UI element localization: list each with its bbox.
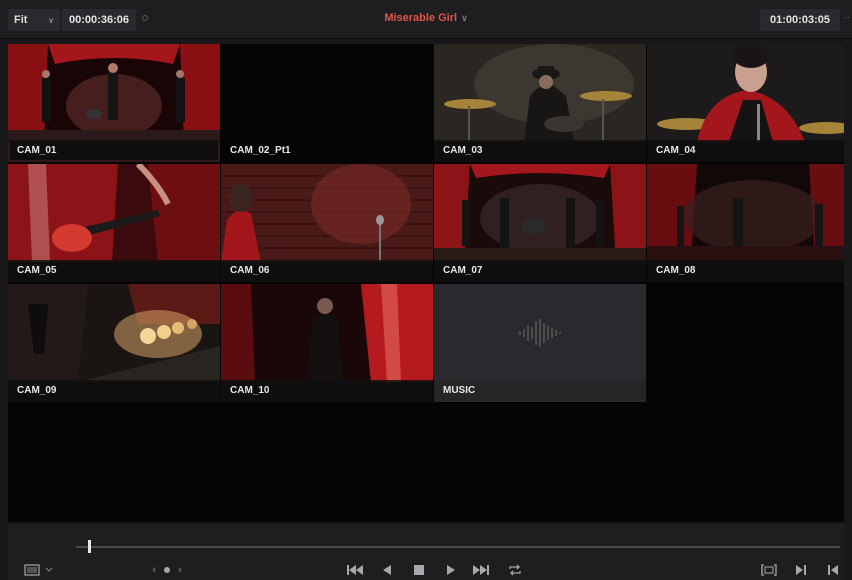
angle-label: MUSIC (434, 380, 646, 402)
jump-to-end-icon (473, 565, 489, 575)
angle-label: CAM_07 (434, 260, 646, 282)
angle-pager[interactable]: ‹ › (146, 563, 188, 577)
jump-to-start-icon (347, 565, 363, 575)
playhead[interactable] (88, 540, 91, 553)
stop-button[interactable] (412, 563, 426, 577)
angle-label: CAM_08 (647, 260, 844, 282)
angle-cell-cam-10[interactable]: CAM_10 (221, 284, 433, 402)
angle-cell-cam-02-pt1[interactable]: CAM_02_Pt1 (221, 44, 433, 162)
viewer-options-icon[interactable] (142, 15, 148, 21)
zoom-dropdown[interactable]: Fit ∨ (8, 9, 60, 31)
next-edit-icon (796, 565, 806, 575)
chevron-down-icon: ∨ (461, 13, 468, 23)
angle-thumbnail (221, 164, 433, 262)
angle-thumbnail (434, 164, 646, 262)
scrubber-track[interactable] (76, 546, 840, 548)
prev-edit-icon (828, 565, 838, 575)
match-frame-icon (761, 564, 777, 576)
loop-icon (509, 564, 521, 576)
angle-label: CAM_05 (8, 260, 220, 282)
angle-thumbnail (221, 44, 433, 142)
viewer-layout-icon (24, 564, 53, 576)
angle-cell-cam-01[interactable]: CAM_01 (8, 44, 220, 162)
play-icon (447, 565, 455, 575)
chevron-down-icon: ∨ (48, 15, 54, 25)
angle-thumbnail (8, 164, 220, 262)
reverse-icon (383, 565, 391, 575)
angle-label: CAM_01 (8, 140, 220, 162)
viewer-header: Fit ∨ 00:00:36:06 Miserable Girl ∨ 01:00:… (0, 0, 852, 39)
angle-label: CAM_02_Pt1 (221, 140, 433, 162)
stop-icon (414, 565, 424, 575)
match-frame-button[interactable] (760, 563, 778, 577)
jump-to-start-button[interactable] (346, 563, 364, 577)
angle-label: CAM_09 (8, 380, 220, 402)
prev-edit-button[interactable] (826, 563, 840, 577)
viewer-layout-dropdown[interactable] (24, 563, 54, 577)
jump-to-end-button[interactable] (472, 563, 490, 577)
record-timecode[interactable]: 01:00:03:05 (760, 9, 840, 31)
angle-label: CAM_06 (221, 260, 433, 282)
next-edit-button[interactable] (794, 563, 808, 577)
play-reverse-button[interactable] (380, 563, 394, 577)
angle-cell-cam-03[interactable]: CAM_03 (434, 44, 646, 162)
next-angle-icon[interactable]: › (178, 564, 182, 576)
timeline-title-dropdown[interactable]: Miserable Girl ∨ (350, 12, 502, 24)
angle-label: CAM_03 (434, 140, 646, 162)
more-options-icon[interactable]: ·· (843, 12, 850, 23)
multicam-viewer-window: Fit ∨ 00:00:36:06 Miserable Girl ∨ 01:00:… (0, 0, 852, 580)
angle-thumbnail (434, 44, 646, 142)
angle-cell-cam-04[interactable]: CAM_04 (647, 44, 844, 162)
angle-thumbnail (221, 284, 433, 382)
page-dot (164, 567, 170, 573)
zoom-label: Fit (14, 14, 28, 26)
angle-cell-cam-08[interactable]: CAM_08 (647, 164, 844, 282)
multicam-grid: CAM_01 CAM_02_Pt1 CAM_03 CAM_04 CAM_05 C… (8, 44, 844, 522)
source-timecode[interactable]: 00:00:36:06 (62, 9, 136, 31)
angle-cell-music[interactable]: MUSIC (434, 284, 646, 402)
angle-cell-cam-09[interactable]: CAM_09 (8, 284, 220, 402)
angle-cell-cam-07[interactable]: CAM_07 (434, 164, 646, 282)
play-button[interactable] (444, 563, 458, 577)
angle-thumbnail (8, 284, 220, 382)
timeline-title: Miserable Girl (384, 12, 458, 24)
audio-waveform-icon (519, 319, 561, 347)
angle-thumbnail (647, 44, 844, 142)
prev-angle-icon[interactable]: ‹ (152, 564, 156, 576)
angle-cell-cam-06[interactable]: CAM_06 (221, 164, 433, 282)
angle-thumbnail (647, 164, 844, 262)
angle-thumbnail (8, 44, 220, 142)
angle-label: CAM_10 (221, 380, 433, 402)
angle-label: CAM_04 (647, 140, 844, 162)
loop-button[interactable] (506, 563, 524, 577)
angle-cell-cam-05[interactable]: CAM_05 (8, 164, 220, 282)
jog-bar[interactable] (8, 524, 844, 580)
